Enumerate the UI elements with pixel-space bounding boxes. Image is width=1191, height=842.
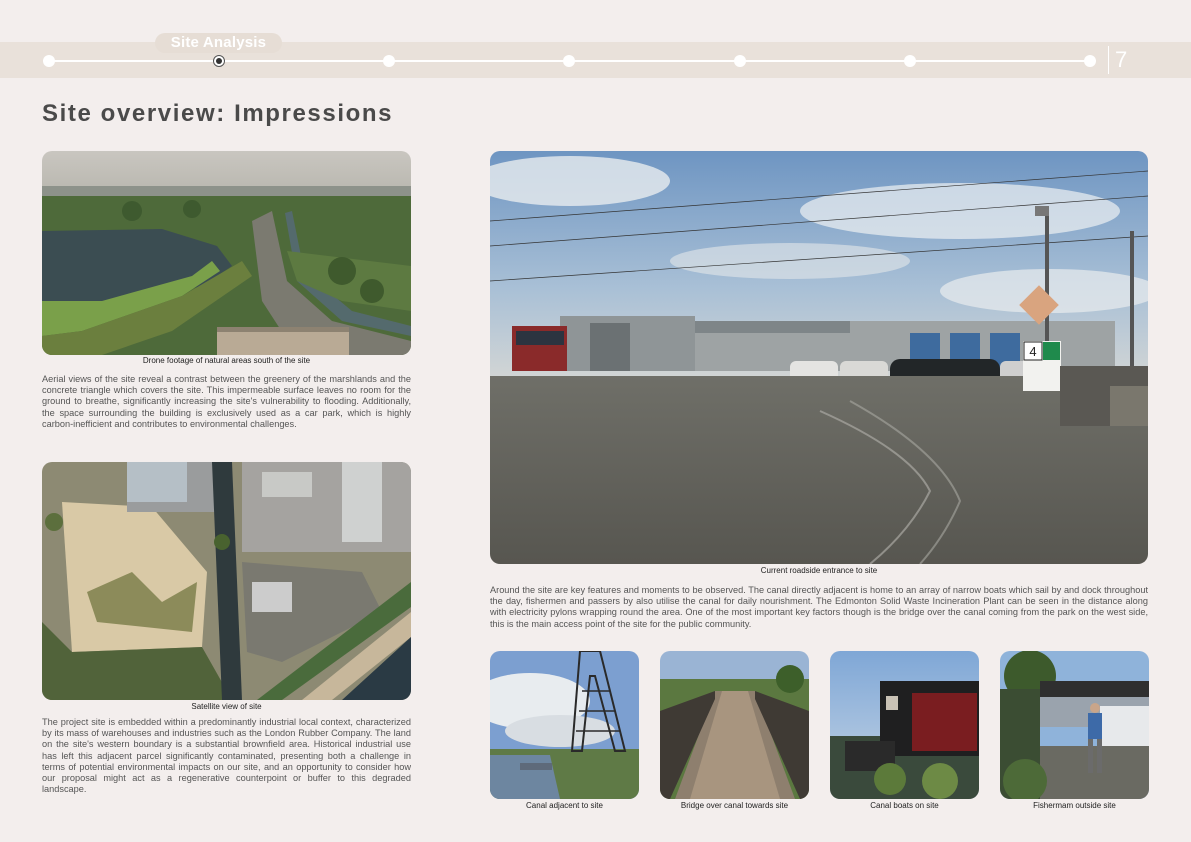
bridge-caption: Bridge over canal towards site	[680, 801, 789, 810]
aerial-paragraph: Aerial views of the site reveal a contra…	[42, 374, 411, 429]
entrance-caption: Current roadside entrance to site	[760, 566, 878, 575]
entrance-sign-number: 4	[1029, 344, 1036, 359]
satellite-caption: Satellite view of site	[191, 702, 262, 711]
nav-step-1[interactable]	[43, 55, 55, 67]
page-number: 7	[1108, 46, 1127, 74]
page-title: Site overview: Impressions	[42, 100, 394, 127]
boats-photo	[830, 651, 979, 799]
nav-step-6[interactable]	[904, 55, 916, 67]
bridge-photo	[660, 651, 809, 799]
nav-step-7[interactable]	[1084, 55, 1096, 67]
fisherman-photo	[1000, 651, 1149, 799]
drone-caption: Drone footage of natural areas south of …	[142, 356, 311, 365]
nav-step-2-active[interactable]	[213, 55, 225, 67]
context-paragraph: The project site is embedded within a pr…	[42, 717, 411, 795]
nav-step-3[interactable]	[383, 55, 395, 67]
nav-step-5[interactable]	[734, 55, 746, 67]
fisherman-caption: Fishermam outside site	[1033, 801, 1116, 810]
satellite-photo	[42, 462, 411, 700]
entrance-photo: 4	[490, 151, 1148, 564]
section-label[interactable]: Site Analysis	[155, 33, 282, 53]
drone-photo	[42, 151, 411, 355]
canal-photo	[490, 651, 639, 799]
nav-step-4[interactable]	[563, 55, 575, 67]
boats-caption: Canal boats on site	[870, 801, 939, 810]
canal-caption: Canal adjacent to site	[526, 801, 603, 810]
features-paragraph: Around the site are key features and mom…	[490, 585, 1148, 629]
